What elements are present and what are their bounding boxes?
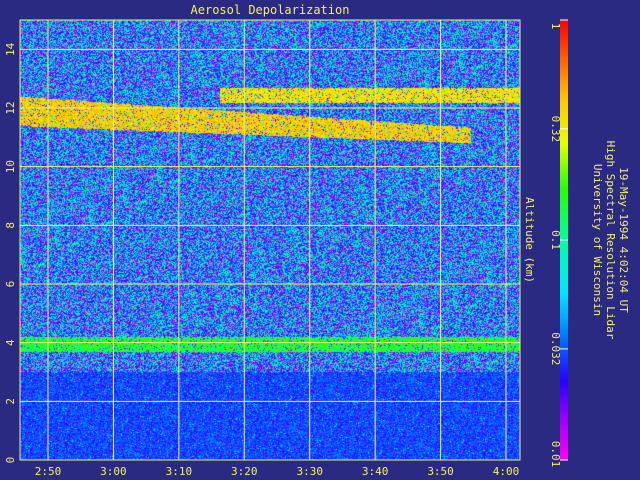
depolarization-chart: Aerosol Depolarization 0 2 4 6 8 10 12 14 2:50 3… (4, 3, 630, 478)
x-tick-label: 4:00 (493, 465, 520, 478)
y-tick-label: 10 (4, 160, 17, 173)
x-tick-label: 2:50 (35, 465, 62, 478)
y-tick-label: 4 (4, 339, 17, 346)
y-axis-label: Altitude (km) (523, 197, 536, 283)
y-tick-label: 8 (4, 222, 17, 229)
y-axis: 0 2 4 6 8 10 12 14 (4, 42, 17, 463)
y-tick-label: 0 (4, 457, 17, 464)
annotation-line-1: University of Wisconsin (591, 164, 604, 316)
y-tick-label: 2 (4, 398, 17, 405)
x-axis: 2:50 3:00 3:10 3:20 3:30 3:40 3:50 4:00 (35, 465, 520, 478)
x-tick-label: 3:10 (166, 465, 193, 478)
colorbar-tick-label: 1 (549, 23, 562, 30)
y-tick-label: 6 (4, 281, 17, 288)
colorbar-tick-label: 0.032 (549, 332, 562, 365)
x-tick-label: 3:30 (296, 465, 323, 478)
colorbar-tick-label: 0.01 (549, 441, 562, 468)
x-tick-label: 3:40 (362, 465, 389, 478)
colorbar-tick-label: 0.32 (549, 116, 562, 143)
chart-title: Aerosol Depolarization (191, 3, 350, 17)
annotation-line-3: 19-May-1994 4:02:04 UT (617, 167, 630, 313)
x-tick-label: 3:20 (231, 465, 258, 478)
y-tick-label: 12 (4, 101, 17, 114)
heatmap-plot-area (20, 20, 520, 460)
x-tick-label: 3:00 (100, 465, 127, 478)
y-tick-label: 14 (4, 42, 17, 56)
instrument-annotation: University of Wisconsin High Spectral Re… (591, 141, 630, 340)
colorbar-tick-label: 0.1 (549, 230, 562, 250)
x-tick-label: 3:50 (427, 465, 454, 478)
annotation-line-2: High Spectral Resolution Lidar (604, 141, 617, 340)
